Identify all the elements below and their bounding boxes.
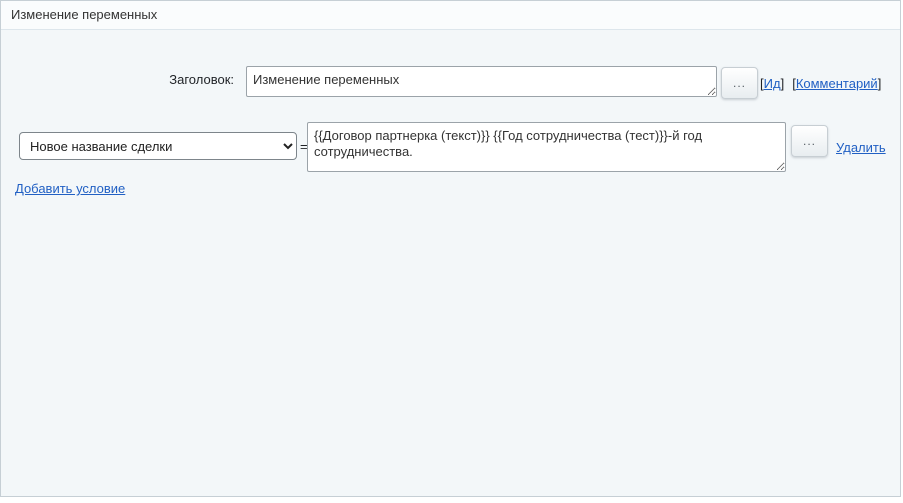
- title-field-label: Заголовок:: [1, 72, 234, 87]
- panel-title: Изменение переменных: [1, 1, 900, 30]
- title-extra-links: [Ид][Комментарий]: [760, 76, 881, 91]
- variable-select[interactable]: Новое название сделки: [19, 132, 297, 160]
- activity-settings-panel: Изменение переменных Заголовок: Изменени…: [0, 0, 901, 497]
- title-more-button[interactable]: ...: [721, 67, 758, 99]
- add-condition-link[interactable]: Добавить условие: [15, 181, 125, 196]
- title-textarea[interactable]: Изменение переменных: [246, 66, 717, 97]
- id-link-close-bracket: ]: [781, 76, 785, 91]
- screenshot-stage: Изменение переменных Заголовок: Изменени…: [0, 0, 903, 503]
- comment-link[interactable]: Комментарий: [796, 76, 878, 91]
- comment-link-close-bracket: ]: [878, 76, 882, 91]
- id-link[interactable]: Ид: [764, 76, 781, 91]
- variable-value-textarea[interactable]: {{Договор партнерка (текст)}} {{Год сотр…: [307, 122, 786, 172]
- delete-condition-link[interactable]: Удалить: [836, 140, 886, 155]
- variable-value-more-button[interactable]: ...: [791, 125, 828, 157]
